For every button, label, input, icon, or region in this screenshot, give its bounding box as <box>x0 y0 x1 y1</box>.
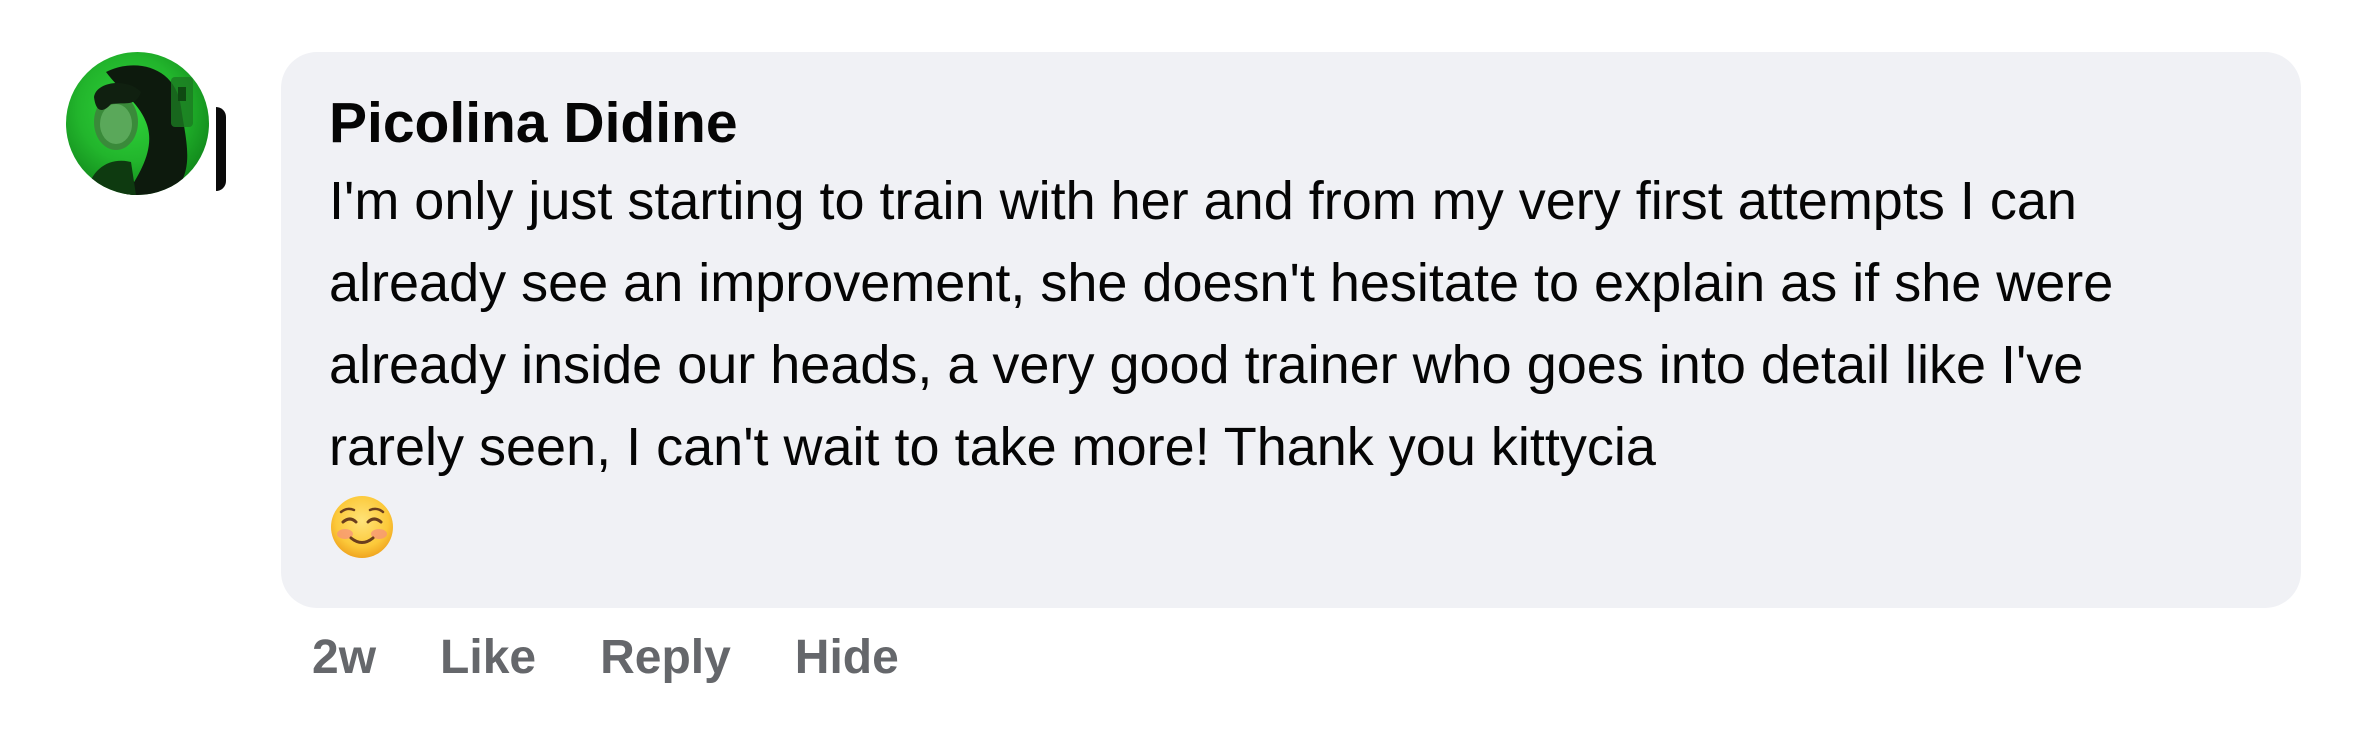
avatar-story-ring <box>216 107 226 191</box>
comment-actions: 2w Like Reply Hide <box>312 630 899 685</box>
smiling-face-with-blush-icon <box>329 494 395 583</box>
comment-timestamp[interactable]: 2w <box>312 630 376 685</box>
like-button[interactable]: Like <box>440 630 536 685</box>
comment: Picolina Didine I'm only just starting t… <box>0 0 2360 732</box>
avatar-photo <box>86 65 193 195</box>
avatar[interactable] <box>66 52 209 195</box>
comment-text-content: I'm only just starting to train with her… <box>329 171 2114 477</box>
reply-button[interactable]: Reply <box>600 630 731 685</box>
comment-author[interactable]: Picolina Didine <box>329 86 2253 160</box>
hide-button[interactable]: Hide <box>795 630 899 685</box>
avatar-container[interactable] <box>66 52 246 196</box>
comment-text: I'm only just starting to train with her… <box>329 160 2229 583</box>
comment-bubble: Picolina Didine I'm only just starting t… <box>281 52 2301 608</box>
